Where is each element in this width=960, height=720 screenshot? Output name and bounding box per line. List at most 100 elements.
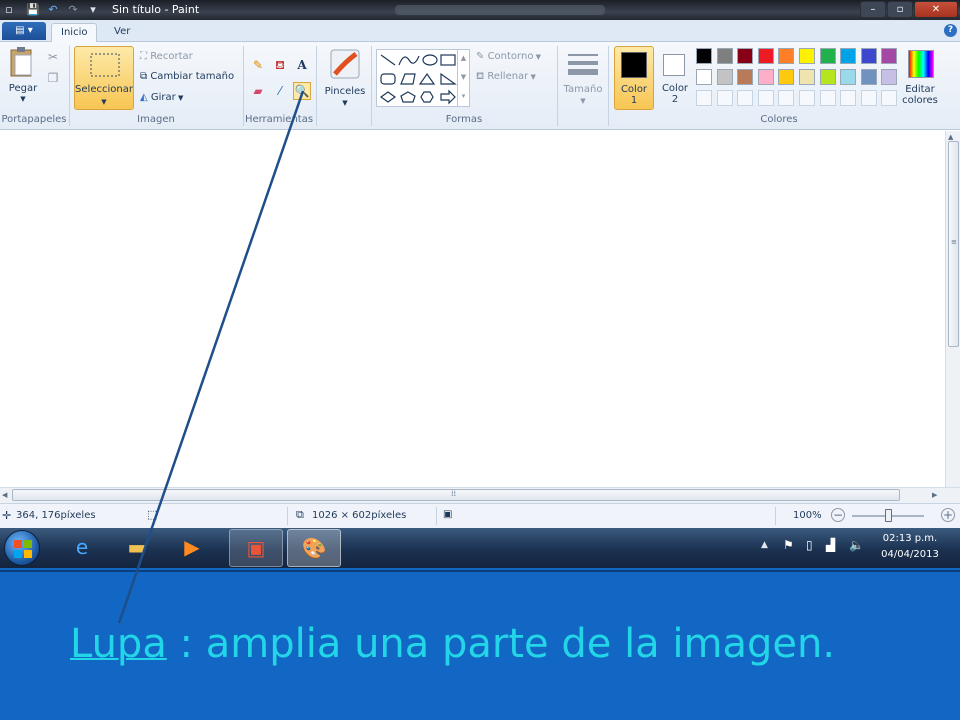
undo-icon[interactable]: ↶: [46, 3, 60, 17]
empty-color-swatch[interactable]: [881, 90, 898, 106]
color-swatch[interactable]: [737, 69, 754, 85]
color1-button[interactable]: Color 1: [614, 46, 654, 110]
color-swatch[interactable]: [819, 48, 836, 64]
color-swatch[interactable]: [716, 48, 733, 64]
vertical-scroll-thumb[interactable]: ≡: [948, 141, 959, 347]
empty-color-swatch[interactable]: [778, 90, 795, 106]
powerpoint-taskbar-button[interactable]: ▣: [229, 529, 283, 567]
show-hidden-icons[interactable]: ▲: [761, 540, 768, 550]
pencil-icon[interactable]: ✎: [249, 56, 267, 74]
ribbon-tabs: ▤ ▾ Inicio Ver ?: [0, 20, 960, 42]
color-palette: [696, 48, 902, 110]
color-swatch[interactable]: [757, 69, 774, 85]
color-swatch[interactable]: [840, 48, 857, 64]
zoom-slider-thumb[interactable]: [885, 509, 892, 522]
color-swatch[interactable]: [757, 48, 774, 64]
file-menu-button[interactable]: ▤ ▾: [2, 22, 46, 40]
ribbon-separator: [557, 46, 558, 126]
tab-inicio[interactable]: Inicio: [51, 23, 98, 42]
grip-icon: ≡: [951, 238, 957, 246]
empty-color-swatch[interactable]: [840, 90, 857, 106]
close-button[interactable]: ✕: [914, 1, 958, 18]
fill-button[interactable]: ⛾ Rellenar ▼: [476, 71, 536, 84]
network-icon[interactable]: ▟: [826, 538, 835, 552]
cut-icon[interactable]: ✂: [44, 48, 62, 66]
shapes-gallery[interactable]: [376, 49, 470, 107]
color-swatch[interactable]: [778, 48, 795, 64]
minimize-button[interactable]: –: [860, 1, 886, 18]
outline-button[interactable]: ✎ Contorno ▼: [476, 51, 541, 62]
color-swatch[interactable]: [840, 69, 857, 85]
empty-color-swatch[interactable]: [819, 90, 836, 106]
folder-icon[interactable]: ▬: [112, 529, 162, 567]
select-button[interactable]: Seleccionar ▼: [74, 46, 134, 110]
action-center-icon[interactable]: ⚑: [783, 538, 794, 552]
canvas[interactable]: [0, 131, 945, 487]
fill-bucket-icon[interactable]: ⛾: [271, 56, 289, 74]
vertical-scrollbar[interactable]: ▲ ≡: [945, 131, 960, 487]
zoom-in-button[interactable]: +: [941, 508, 955, 522]
empty-color-swatch[interactable]: [716, 90, 733, 106]
color-swatch[interactable]: [819, 69, 836, 85]
empty-color-swatch[interactable]: [799, 90, 815, 106]
color-picker-icon[interactable]: ⁄: [271, 82, 289, 100]
scroll-up-icon[interactable]: ▲: [948, 133, 953, 141]
brushes-button[interactable]: Pinceles ▼: [322, 46, 368, 110]
horizontal-scroll-thumb[interactable]: ⁞⁞: [12, 489, 900, 501]
horizontal-scrollbar[interactable]: ◀ ⁞⁞ ▶: [0, 487, 960, 503]
edit-colors-button[interactable]: Editar colores: [902, 46, 942, 110]
scroll-left-icon[interactable]: ◀: [2, 491, 7, 499]
tab-ver[interactable]: Ver: [105, 23, 139, 42]
canvas-size-icon: ⧉: [296, 508, 304, 521]
help-icon[interactable]: ?: [944, 24, 957, 37]
resize-button[interactable]: ⧉ Cambiar tamaño: [140, 71, 234, 82]
magnifier-icon[interactable]: 🔍: [293, 82, 311, 100]
color-swatch[interactable]: [881, 69, 898, 85]
eraser-icon[interactable]: ▰: [249, 82, 267, 100]
color-swatch[interactable]: [778, 69, 795, 85]
color-swatch[interactable]: [799, 48, 815, 64]
empty-color-swatch[interactable]: [696, 90, 712, 106]
internet-explorer-icon[interactable]: e: [57, 529, 107, 567]
media-player-icon[interactable]: ▶: [167, 529, 217, 567]
ribbon: Pegar ▼ ✂ ❐ Portapapeles Seleccionar ▼ ⛶…: [0, 42, 960, 130]
cursor-position: 364, 176píxeles: [16, 510, 96, 521]
clock[interactable]: 02:13 p.m. 04/04/2013: [872, 531, 948, 563]
color-swatch[interactable]: [696, 69, 712, 85]
paste-button[interactable]: Pegar ▼: [6, 46, 40, 110]
color-swatch[interactable]: [696, 48, 712, 64]
color-swatch[interactable]: [799, 69, 815, 85]
color-swatch[interactable]: [860, 48, 877, 64]
caption-tool-name: Lupa: [70, 621, 167, 667]
rotate-button[interactable]: ◭ Girar ▼: [140, 92, 183, 103]
empty-color-swatch[interactable]: [860, 90, 877, 106]
color-swatch[interactable]: [860, 69, 877, 85]
zoom-out-button[interactable]: −: [831, 508, 845, 522]
empty-color-swatch[interactable]: [737, 90, 754, 106]
color2-button[interactable]: Color 2: [656, 46, 694, 110]
paint-taskbar-button[interactable]: 🎨: [287, 529, 341, 567]
color-swatch[interactable]: [737, 48, 754, 64]
volume-icon[interactable]: 🔈: [849, 538, 864, 552]
rotate-dropdown-icon: ▼: [175, 94, 184, 102]
scroll-right-icon[interactable]: ▶: [932, 491, 937, 499]
battery-icon[interactable]: ▯: [806, 538, 813, 552]
start-button[interactable]: [4, 530, 40, 566]
maximize-button[interactable]: ▫: [887, 1, 913, 18]
shapes-scroll[interactable]: ▲ ▼ ▾: [457, 49, 469, 107]
empty-color-swatch[interactable]: [757, 90, 774, 106]
color-swatch[interactable]: [881, 48, 898, 64]
crop-button[interactable]: ⛶ Recortar: [140, 51, 193, 62]
clock-date: 04/04/2013: [881, 549, 939, 560]
copy-icon[interactable]: ❐: [44, 69, 62, 87]
color-swatch[interactable]: [716, 69, 733, 85]
customize-toolbar-icon[interactable]: ▾: [86, 3, 100, 17]
select-label: Seleccionar: [75, 84, 133, 95]
text-tool-icon[interactable]: A: [293, 56, 311, 74]
resize-icon: ⧉: [140, 71, 151, 82]
redo-icon[interactable]: ↷: [66, 3, 80, 17]
paint-app-icon[interactable]: ▫: [2, 3, 16, 17]
save-icon[interactable]: 💾: [26, 3, 40, 17]
clipboard-group-label: Portapapeles: [1, 114, 67, 125]
size-button[interactable]: Tamaño ▼: [563, 46, 603, 110]
